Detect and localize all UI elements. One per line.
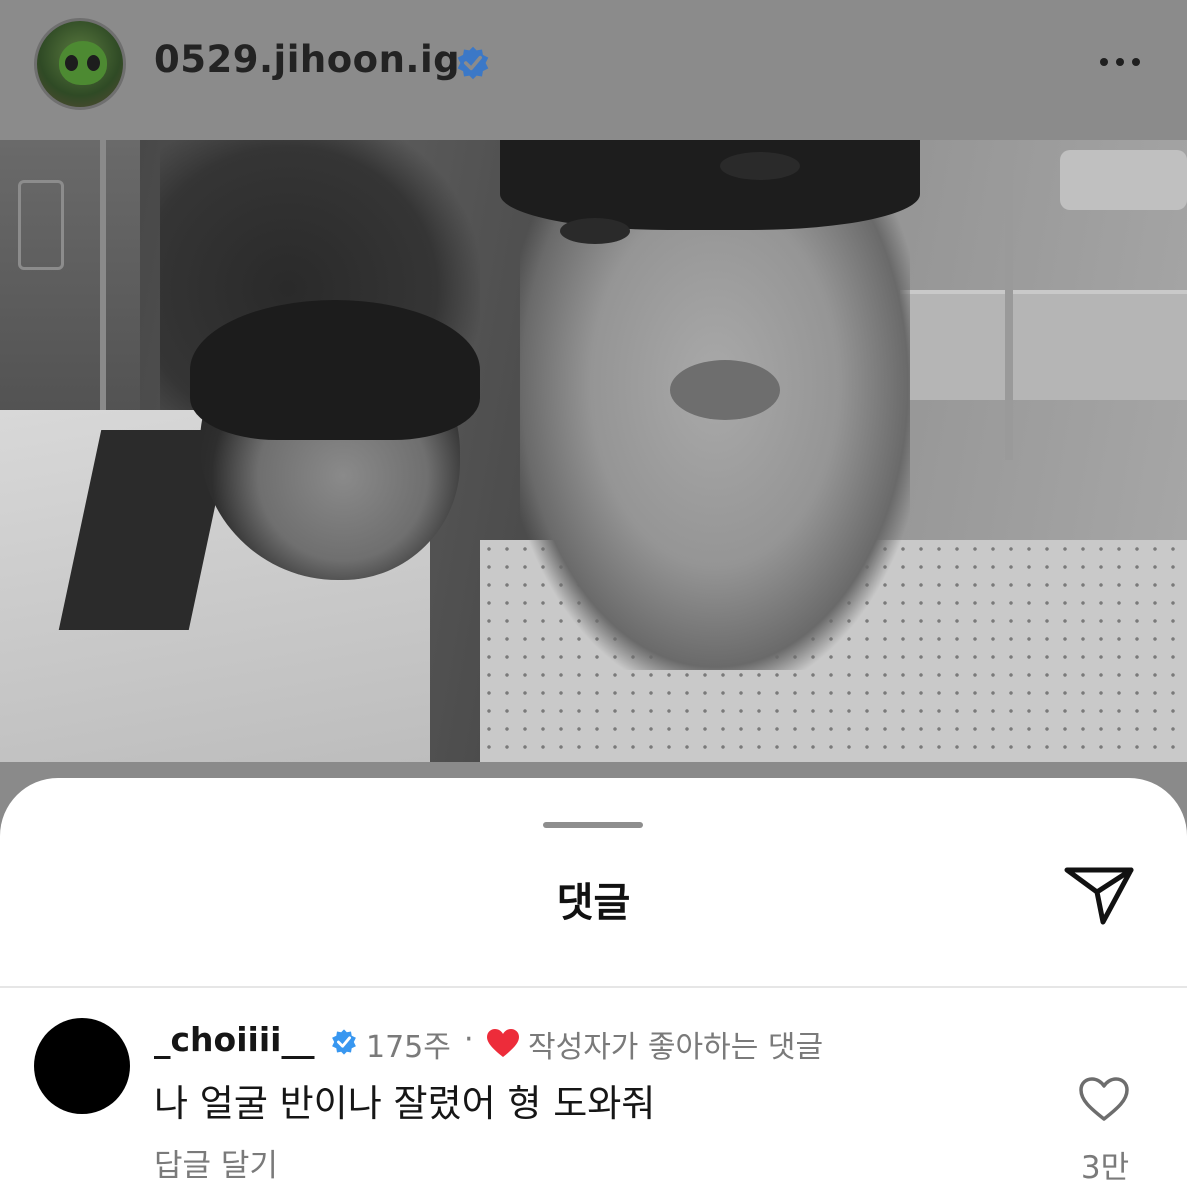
- comments-sheet: 댓글 _choiiii__ 175주 · 작성자가 좋아하는 댓글 나 얼굴 반…: [0, 778, 1187, 1200]
- alien-plush-icon: [59, 41, 107, 85]
- like-count: 3만: [1080, 1150, 1130, 1186]
- divider: [0, 986, 1187, 988]
- comments-title: 댓글: [556, 880, 631, 926]
- liked-by-author-label: 작성자가 좋아하는 댓글: [528, 1030, 824, 1065]
- more-dots-icon[interactable]: [1096, 54, 1146, 70]
- comment-username[interactable]: _choiiii__: [154, 1020, 314, 1059]
- post-username[interactable]: 0529.jihoon.ig: [154, 38, 460, 81]
- post-photo[interactable]: [0, 140, 1187, 762]
- heart-filled-icon: [487, 1029, 519, 1057]
- commenter-avatar[interactable]: [34, 1018, 130, 1114]
- reply-button[interactable]: 답글 달기: [154, 1140, 278, 1185]
- verified-badge-icon: [457, 46, 489, 80]
- comment-time: 175주: [366, 1030, 451, 1065]
- profile-avatar[interactable]: [34, 18, 126, 110]
- post-header: 0529.jihoon.ig: [0, 0, 1187, 140]
- heart-outline-icon[interactable]: [1078, 1076, 1130, 1122]
- meta-separator: ·: [464, 1022, 474, 1057]
- comment-text: 나 얼굴 반이나 잘렸어 형 도와줘: [154, 1082, 656, 1125]
- verified-badge-icon: [332, 1029, 356, 1055]
- paper-plane-icon[interactable]: [1063, 864, 1135, 926]
- sheet-grabber[interactable]: [543, 822, 643, 828]
